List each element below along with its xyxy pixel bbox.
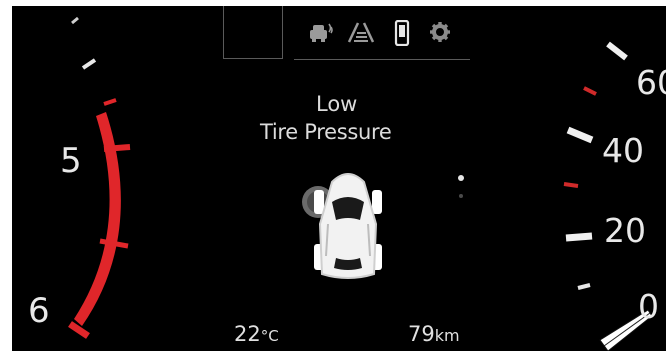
page-dot (459, 194, 463, 198)
speed-tick (577, 283, 591, 290)
icon-bar-divider (294, 59, 470, 60)
instrument-cluster: 5 6 60 40 20 0 Low Tire Pressure (12, 6, 666, 351)
tach-tick (71, 16, 79, 25)
tach-major-tick (99, 238, 129, 249)
phone-icon (394, 20, 410, 46)
speed-tick (566, 126, 594, 144)
settings-gear-icon (430, 22, 450, 42)
speed-label-20: 20 (604, 211, 646, 250)
tach-label-5: 5 (60, 141, 82, 181)
mode-indicator-box (223, 6, 283, 59)
speed-label-40: 40 (602, 131, 644, 170)
odometer-value: 79 (408, 322, 435, 346)
tach-label-6: 6 (28, 291, 50, 331)
temperature-unit: °C (260, 327, 279, 345)
speed-tick (563, 182, 579, 188)
speed-tick (606, 41, 628, 61)
tach-major-tick (68, 321, 90, 339)
tach-redline-tick (103, 98, 117, 106)
temperature-value: 22 (234, 322, 261, 346)
odometer: 79km (408, 324, 460, 345)
lane-keep-assist-icon (310, 23, 333, 42)
outside-temperature: 22°C (234, 324, 279, 345)
tach-tick (81, 58, 97, 70)
warning-title-line2: Tire Pressure (260, 120, 392, 144)
speed-tick (583, 86, 597, 96)
tire-pressure-car-icon (302, 173, 382, 279)
tach-major-tick (103, 144, 131, 152)
speed-tick (565, 232, 593, 242)
warning-title-line1: Low (316, 92, 358, 116)
page-dot-active (458, 175, 464, 181)
speed-label-0: 0 (638, 287, 659, 326)
lane-departure-icon (347, 22, 375, 43)
speed-label-60: 60 (636, 63, 666, 102)
odometer-unit: km (434, 326, 460, 345)
